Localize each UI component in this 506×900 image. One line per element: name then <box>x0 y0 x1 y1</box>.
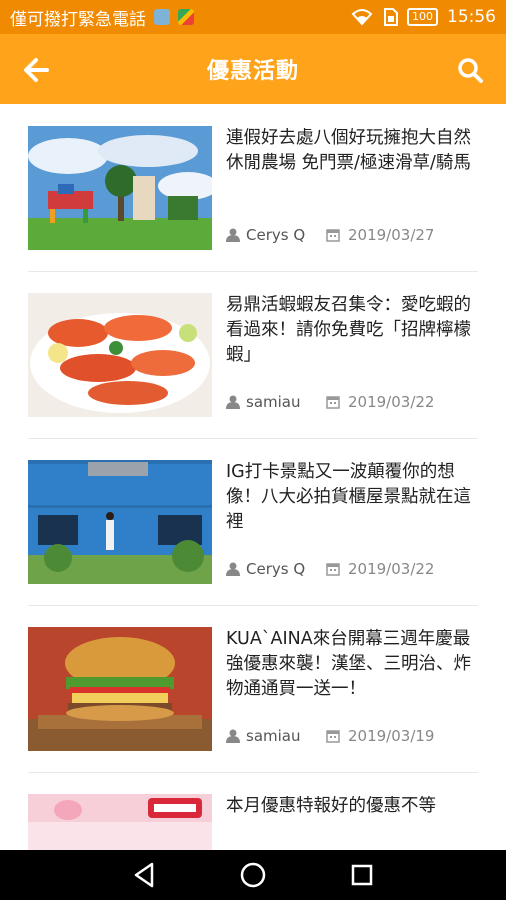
user-icon <box>226 228 240 242</box>
shrimp-image <box>28 293 212 417</box>
wifi-icon <box>351 9 373 26</box>
nav-home-button[interactable] <box>238 860 268 890</box>
burger-image <box>28 627 212 751</box>
app-bar: 優惠活動 <box>0 34 506 104</box>
article-meta: Cerys Q 2019/03/22 <box>226 560 478 578</box>
publish-date: 2019/03/19 <box>348 727 435 745</box>
article-item[interactable]: 本月優惠特報好的優惠不等 <box>28 772 478 850</box>
article-thumbnail-container[interactable] <box>28 460 212 584</box>
circle-home-icon <box>240 862 266 888</box>
publish-date: 2019/03/27 <box>348 226 435 244</box>
publish-date: 2019/03/22 <box>348 560 435 578</box>
user-icon <box>226 395 240 409</box>
date: 2019/03/19 <box>326 727 434 745</box>
carrier-text: 僅可撥打緊急電話 <box>10 9 146 30</box>
article-thumbnail-shrimp[interactable] <box>28 293 212 417</box>
author-name: samiau <box>246 393 301 411</box>
farm-image <box>28 126 212 250</box>
article-meta: samiau 2019/03/22 <box>226 393 478 411</box>
author-name: Cerys Q <box>246 226 306 244</box>
search-icon[interactable] <box>456 56 484 84</box>
square-recents-icon <box>351 864 372 886</box>
play-store-notification-icon <box>178 9 194 25</box>
triangle-back-icon <box>135 862 154 888</box>
article-item[interactable]: KUA`AINA來台開幕三週年慶最強優惠來襲！漢堡、三明治、炸物通通買一送一！ … <box>28 605 478 773</box>
article-title[interactable]: 易鼎活蝦蝦友召集令：愛吃蝦的看過來！請你免費吃「招牌檸檬蝦」 <box>226 293 476 368</box>
article-item[interactable]: 易鼎活蝦蝦友召集令：愛吃蝦的看過來！請你免費吃「招牌檸檬蝦」 samiau 20… <box>28 271 478 439</box>
user-icon <box>226 562 240 576</box>
page-title: 優惠活動 <box>206 59 299 84</box>
article-thumbnail-burger[interactable] <box>28 627 212 751</box>
article-title[interactable]: 連假好去處八個好玩擁抱大自然休閒農場 免門票/極速滑草/騎馬 <box>226 126 476 176</box>
nav-back-button[interactable] <box>129 860 159 890</box>
status-bar: 僅可撥打緊急電話 100 15:56 <box>0 0 506 34</box>
user-icon <box>226 729 240 743</box>
sim-icon <box>384 8 398 26</box>
article-item[interactable]: IG打卡景點又一波顛覆你的想像！八大必拍貨櫃屋景點就在這裡 Cerys Q 20… <box>28 438 478 606</box>
article-list: 連假好去處八個好玩擁抱大自然休閒農場 免門票/極速滑草/騎馬 Cerys Q 2… <box>0 104 506 850</box>
author: Cerys Q <box>226 226 326 244</box>
status-left: 僅可撥打緊急電話 <box>10 5 194 30</box>
calendar-icon <box>326 229 340 242</box>
author: samiau <box>226 727 326 745</box>
author-name: samiau <box>246 727 301 745</box>
donut-banner-image <box>28 794 212 850</box>
date: 2019/03/22 <box>326 560 434 578</box>
author: Cerys Q <box>226 560 326 578</box>
status-right: 100 15:56 <box>351 7 496 27</box>
article-title[interactable]: KUA`AINA來台開幕三週年慶最強優惠來襲！漢堡、三明治、炸物通通買一送一！ <box>226 627 476 702</box>
calendar-icon <box>326 396 340 409</box>
author-name: Cerys Q <box>246 560 306 578</box>
nav-recents-button[interactable] <box>347 860 377 890</box>
article-title[interactable]: IG打卡景點又一波顛覆你的想像！八大必拍貨櫃屋景點就在這裡 <box>226 460 476 535</box>
article-thumbnail-farm[interactable] <box>28 126 212 250</box>
clock: 15:56 <box>447 7 496 27</box>
date: 2019/03/22 <box>326 393 434 411</box>
date: 2019/03/27 <box>326 226 434 244</box>
back-arrow-icon[interactable] <box>22 56 50 84</box>
container-house-image <box>28 460 212 584</box>
article-meta: Cerys Q 2019/03/27 <box>226 226 478 244</box>
system-nav-bar <box>0 850 506 900</box>
article-title[interactable]: 本月優惠特報好的優惠不等 <box>226 794 476 819</box>
article-thumbnail-donut[interactable] <box>28 794 212 850</box>
gallery-notification-icon <box>154 9 170 25</box>
publish-date: 2019/03/22 <box>348 393 435 411</box>
article-meta: samiau 2019/03/19 <box>226 727 478 745</box>
article-item[interactable]: 連假好去處八個好玩擁抱大自然休閒農場 免門票/極速滑草/騎馬 Cerys Q 2… <box>28 104 478 272</box>
battery-indicator: 100 <box>407 8 438 26</box>
calendar-icon <box>326 563 340 576</box>
author: samiau <box>226 393 326 411</box>
calendar-icon <box>326 730 340 743</box>
